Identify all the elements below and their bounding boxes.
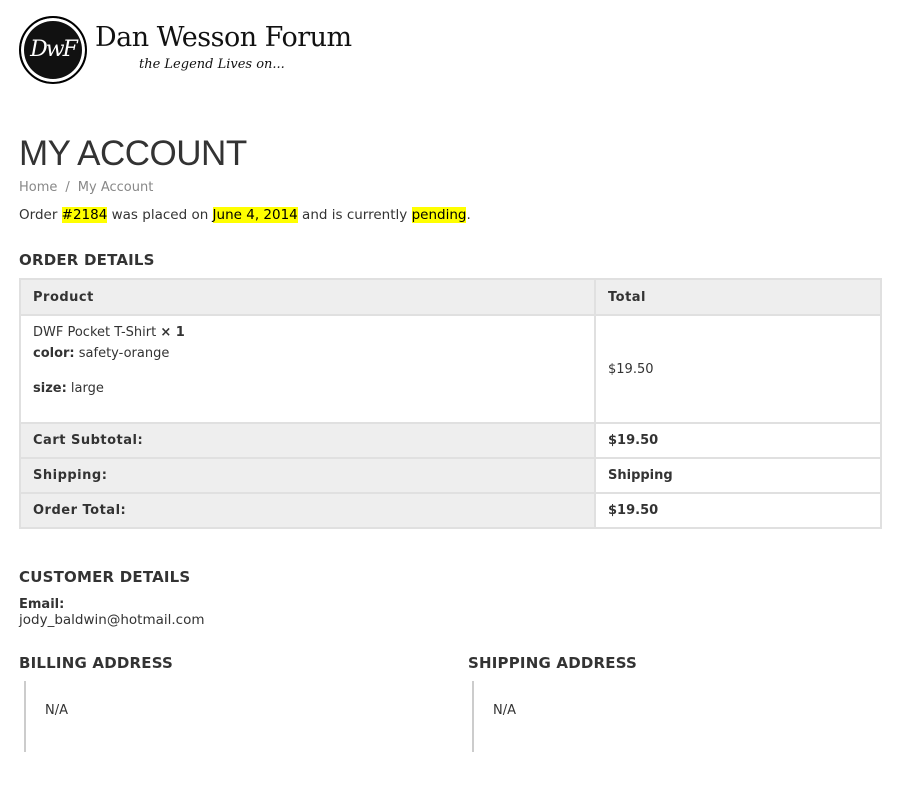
size-label: size:: [33, 381, 67, 396]
column-header-total: Total: [594, 278, 882, 316]
cart-subtotal-value: $19.50: [594, 422, 882, 459]
product-size: size: large: [33, 378, 582, 399]
order-total-row: Order Total: $19.50: [19, 492, 882, 529]
order-details-table: Product Total DWF Pocket T-Shirt × 1 col…: [19, 278, 882, 529]
shipping-row: Shipping: Shipping: [19, 457, 882, 494]
customer-email: jody_baldwin@hotmail.com: [19, 612, 205, 628]
order-status: pending: [411, 207, 467, 223]
order-status-suffix: .: [466, 207, 471, 223]
product-color: color: safety-orange: [33, 343, 582, 364]
breadcrumb-home-link[interactable]: Home: [19, 180, 57, 195]
product-line: DWF Pocket T-Shirt × 1: [33, 322, 582, 343]
shipping-label: Shipping:: [19, 457, 596, 494]
billing-address-heading: BILLING ADDRESS: [19, 654, 174, 672]
order-details-heading: ORDER DETAILS: [19, 251, 155, 269]
billing-address-value: N/A: [45, 703, 68, 718]
customer-details-heading: CUSTOMER DETAILS: [19, 568, 191, 586]
order-status-mid: was placed on: [107, 207, 213, 223]
site-logo[interactable]: DwF: [19, 16, 87, 84]
table-header-row: Product Total: [19, 278, 882, 316]
site-header: DwF Dan Wesson Forum the Legend Lives on…: [19, 16, 419, 84]
product-total: $19.50: [594, 314, 882, 424]
order-status-mid2: and is currently: [297, 207, 412, 223]
breadcrumb-current: My Account: [77, 180, 154, 195]
order-total-label: Order Total:: [19, 492, 596, 529]
shipping-value: Shipping: [594, 457, 882, 494]
product-cell: DWF Pocket T-Shirt × 1 color: safety-ora…: [19, 314, 596, 424]
email-label: Email:: [19, 597, 65, 612]
cart-subtotal-label: Cart Subtotal:: [19, 422, 596, 459]
product-name[interactable]: DWF Pocket T-Shirt: [33, 325, 156, 340]
order-number: #2184: [61, 207, 108, 223]
size-value: large: [66, 381, 104, 396]
color-label: color:: [33, 346, 75, 361]
breadcrumb-separator: /: [65, 180, 70, 195]
shipping-address: N/A: [472, 681, 852, 752]
color-value: safety-orange: [74, 346, 170, 361]
order-date: June 4, 2014: [212, 207, 298, 223]
site-title[interactable]: Dan Wesson Forum: [95, 22, 352, 53]
site-tagline: the Legend Lives on...: [139, 57, 285, 72]
cart-subtotal-row: Cart Subtotal: $19.50: [19, 422, 882, 459]
breadcrumb: Home / My Account: [19, 180, 153, 195]
table-row: DWF Pocket T-Shirt × 1 color: safety-ora…: [19, 314, 882, 424]
shipping-address-value: N/A: [493, 703, 516, 718]
shipping-address-heading: SHIPPING ADDRESS: [468, 654, 638, 672]
column-header-product: Product: [19, 278, 596, 316]
order-status-prefix: Order: [19, 207, 62, 223]
page-title: MY ACCOUNT: [19, 134, 247, 173]
order-status-message: Order #2184 was placed on June 4, 2014 a…: [19, 207, 471, 223]
product-quantity: × 1: [160, 325, 185, 340]
order-total-value: $19.50: [594, 492, 882, 529]
billing-address: N/A: [24, 681, 404, 752]
